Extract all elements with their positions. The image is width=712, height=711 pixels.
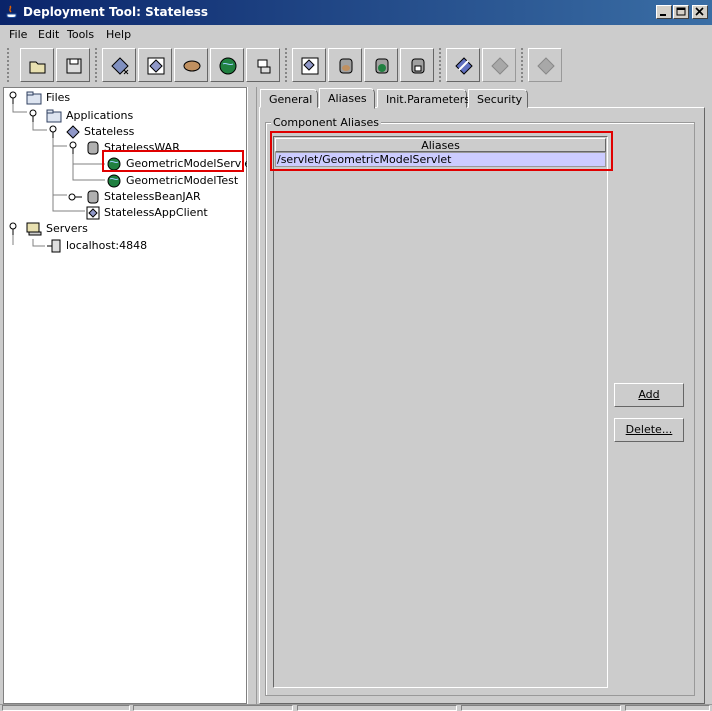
new-component-icon xyxy=(147,57,165,75)
tab-general[interactable]: General xyxy=(260,89,318,108)
window-titlebar: Deployment Tool: Stateless xyxy=(0,0,712,25)
new-component-button[interactable] xyxy=(138,48,172,82)
navigation-tree[interactable]: Files Applications Stateless StatelessWA… xyxy=(3,87,255,704)
add-application-button[interactable] xyxy=(292,48,326,82)
minimize-button[interactable] xyxy=(656,5,672,19)
tab-security[interactable]: Security xyxy=(468,89,528,108)
open-button[interactable] xyxy=(20,48,54,82)
open-folder-icon xyxy=(29,61,46,74)
selection-highlight-table xyxy=(270,131,613,171)
undeploy-button[interactable] xyxy=(482,48,516,82)
minimize-icon xyxy=(660,14,666,16)
tab-label: Aliases xyxy=(328,92,367,105)
delete-button[interactable]: Delete... xyxy=(614,418,684,442)
new-bean-button[interactable] xyxy=(174,48,208,82)
toolbar xyxy=(0,45,712,85)
menu-edit[interactable]: Edit xyxy=(38,28,59,41)
add-application-icon xyxy=(301,57,319,75)
add-button-label: Add xyxy=(638,388,660,401)
maximize-button[interactable] xyxy=(673,5,689,19)
split-pane-divider[interactable] xyxy=(247,87,257,704)
toolbar-grip[interactable] xyxy=(6,47,10,83)
close-icon xyxy=(695,7,704,16)
new-web-component-button[interactable] xyxy=(210,48,244,82)
toolbar-grip[interactable] xyxy=(438,47,442,83)
tab-label: General xyxy=(269,93,313,106)
add-war-icon xyxy=(375,58,389,74)
tab-aliases[interactable]: Aliases xyxy=(319,88,375,109)
add-button[interactable]: Add xyxy=(614,383,684,407)
window-title: Deployment Tool: Stateless xyxy=(23,5,209,19)
new-client-button[interactable] xyxy=(246,48,280,82)
add-war-button[interactable] xyxy=(364,48,398,82)
new-application-icon xyxy=(111,57,129,75)
verify-button[interactable] xyxy=(528,48,562,82)
new-application-button[interactable] xyxy=(102,48,136,82)
java-app-icon xyxy=(6,5,17,18)
deploy-icon xyxy=(455,57,473,75)
add-client-jar-button[interactable] xyxy=(400,48,434,82)
toolbar-grip[interactable] xyxy=(284,47,288,83)
menu-file[interactable]: File xyxy=(9,28,27,41)
menu-help[interactable]: Help xyxy=(106,28,131,41)
status-segment xyxy=(625,705,710,711)
aliases-table[interactable] xyxy=(273,136,608,688)
save-button[interactable] xyxy=(56,48,90,82)
toolbar-grip[interactable] xyxy=(520,47,524,83)
add-client-jar-icon xyxy=(411,58,425,74)
undeploy-icon xyxy=(491,57,509,75)
new-client-icon xyxy=(257,59,271,74)
toolbar-grip[interactable] xyxy=(94,47,98,83)
tree-label: GeometricModelTest xyxy=(126,174,239,187)
deploy-button[interactable] xyxy=(446,48,480,82)
tab-label: Security xyxy=(477,93,523,106)
new-web-component-icon xyxy=(219,57,237,75)
maximize-icon xyxy=(676,7,686,16)
tab-label: Init.Parameters xyxy=(386,93,471,106)
status-segment xyxy=(2,705,130,711)
status-segment xyxy=(133,705,293,711)
selection-highlight-tree xyxy=(102,150,244,172)
close-button[interactable] xyxy=(692,5,708,19)
status-segment xyxy=(297,705,457,711)
group-title: Component Aliases xyxy=(271,116,381,129)
menu-bar: File Edit Tools Help xyxy=(0,25,712,45)
menu-tools[interactable]: Tools xyxy=(67,28,94,41)
tab-init-parameters[interactable]: Init.Parameters xyxy=(377,89,471,108)
add-ejb-jar-button[interactable] xyxy=(328,48,362,82)
new-bean-icon xyxy=(183,60,201,72)
status-segment xyxy=(461,705,621,711)
verify-icon xyxy=(537,57,555,75)
add-ejb-jar-icon xyxy=(339,58,353,74)
delete-button-label: Delete... xyxy=(625,423,673,436)
save-icon xyxy=(66,58,82,74)
